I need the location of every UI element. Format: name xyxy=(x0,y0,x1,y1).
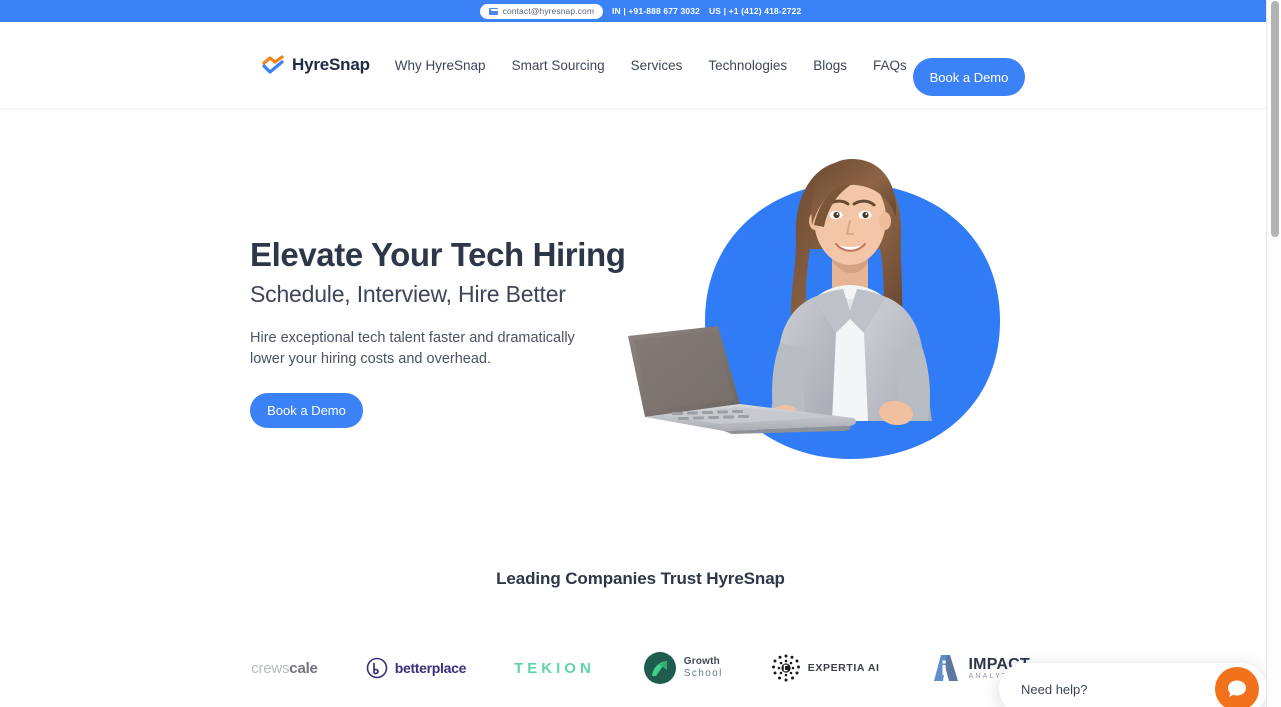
nav-item-faqs[interactable]: FAQs xyxy=(873,58,907,73)
logo-betterplace[interactable]: betterplace xyxy=(366,646,466,690)
nav-item-smart-sourcing[interactable]: Smart Sourcing xyxy=(512,58,605,73)
top-contact-bar: contact@hyresnap.com IN | +91-888 677 30… xyxy=(0,0,1281,22)
scrollbar-thumb[interactable] xyxy=(1271,1,1279,237)
logo-crewscale[interactable]: crewscale xyxy=(251,646,318,690)
phone-india[interactable]: IN | +91-888 677 3032 xyxy=(612,6,700,16)
hero-subtitle: Schedule, Interview, Hire Better xyxy=(250,280,566,307)
main-nav: Why HyreSnap Smart Sourcing Services Tec… xyxy=(395,58,907,73)
chat-label: Need help? xyxy=(1021,681,1088,697)
growth-school-line1: Growth xyxy=(683,655,720,667)
book-a-demo-button-hero[interactable]: Book a Demo xyxy=(250,392,363,428)
brand-logo[interactable]: HyreSnap xyxy=(262,55,370,75)
nav-item-why-hyresnap[interactable]: Why HyreSnap xyxy=(395,58,486,73)
betterplace-text: betterplace xyxy=(394,660,467,676)
nav-item-blogs[interactable]: Blogs xyxy=(813,58,847,73)
crewscale-bold-text: cale xyxy=(289,659,318,677)
crewscale-light-text: crews xyxy=(251,659,290,677)
mail-icon xyxy=(488,7,498,15)
contact-email: contact@hyresnap.com xyxy=(502,6,595,16)
hero-title: Elevate Your Tech Hiring xyxy=(250,236,626,273)
phone-numbers: IN | +91-888 677 3032 US | +1 (412) 418-… xyxy=(612,6,801,16)
hero-description: Hire exceptional tech talent faster and … xyxy=(250,329,575,367)
impact-analytics-mark-icon xyxy=(928,653,962,683)
expertia-text: EXPERTIA AI xyxy=(807,661,880,674)
chat-widget[interactable]: Need help? xyxy=(999,663,1267,707)
hero-copy: Elevate Your Tech Hiring Schedule, Inter… xyxy=(250,236,626,428)
logo-tekion[interactable]: TEKION xyxy=(514,646,595,690)
hero-illustration xyxy=(600,121,1020,491)
email-pill[interactable]: contact@hyresnap.com xyxy=(479,3,604,19)
trust-heading: Leading Companies Trust HyreSnap xyxy=(496,569,785,588)
logo-expertia-ai[interactable]: EXPERTIA AI xyxy=(771,646,880,690)
page-scrollbar[interactable] xyxy=(1266,0,1281,707)
growth-school-line2: School xyxy=(683,668,723,679)
nav-item-technologies[interactable]: Technologies xyxy=(708,58,787,73)
brand-name: HyreSnap xyxy=(292,55,370,74)
hero-section: Elevate Your Tech Hiring Schedule, Inter… xyxy=(0,109,1281,561)
phone-us[interactable]: US | +1 (412) 418-2722 xyxy=(709,6,801,16)
growth-school-mark-icon xyxy=(643,651,677,685)
hyresnap-logo-icon xyxy=(262,55,285,75)
site-header: HyreSnap Why HyreSnap Smart Sourcing Ser… xyxy=(0,22,1281,109)
nav-item-services[interactable]: Services xyxy=(631,58,683,73)
expertia-mark-icon xyxy=(771,653,801,683)
betterplace-mark-icon xyxy=(366,657,388,679)
logo-growth-school[interactable]: Growth School xyxy=(643,646,723,690)
tekion-text: TEKION xyxy=(514,659,595,677)
chat-bubble-icon[interactable] xyxy=(1215,667,1259,707)
book-a-demo-button-header[interactable]: Book a Demo xyxy=(913,58,1025,96)
